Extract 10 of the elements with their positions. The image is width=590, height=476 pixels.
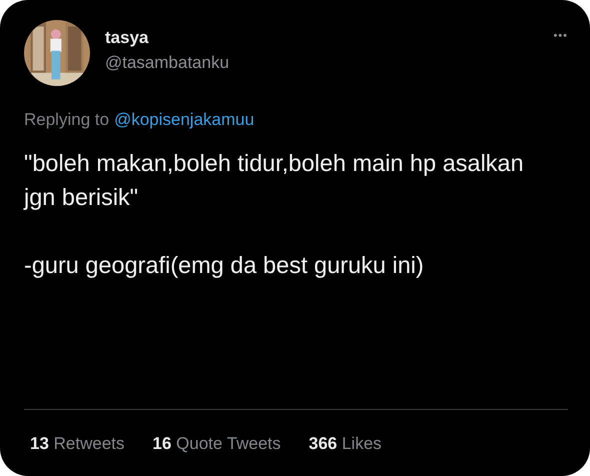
stat-link[interactable]: 366 Likes — [308, 434, 382, 454]
stat-link[interactable]: 16 Quote Tweets — [152, 434, 281, 454]
display-name[interactable]: tasya — [105, 28, 230, 48]
replying-to-label: Replying to — [24, 110, 110, 130]
mention-link[interactable]: @kopisenjakamuu — [114, 110, 254, 130]
stat-link[interactable]: 13 Retweets — [30, 434, 125, 454]
username[interactable]: @tasambatanku — [105, 53, 230, 73]
more-button[interactable]: ••• — [553, 20, 568, 42]
tweet-text: "boleh makan,boleh tidur,boleh main hp asalkan jgn berisik" — [24, 149, 525, 212]
tweet-text: -guru geografi(emg da best guruku ini) — [24, 251, 425, 280]
